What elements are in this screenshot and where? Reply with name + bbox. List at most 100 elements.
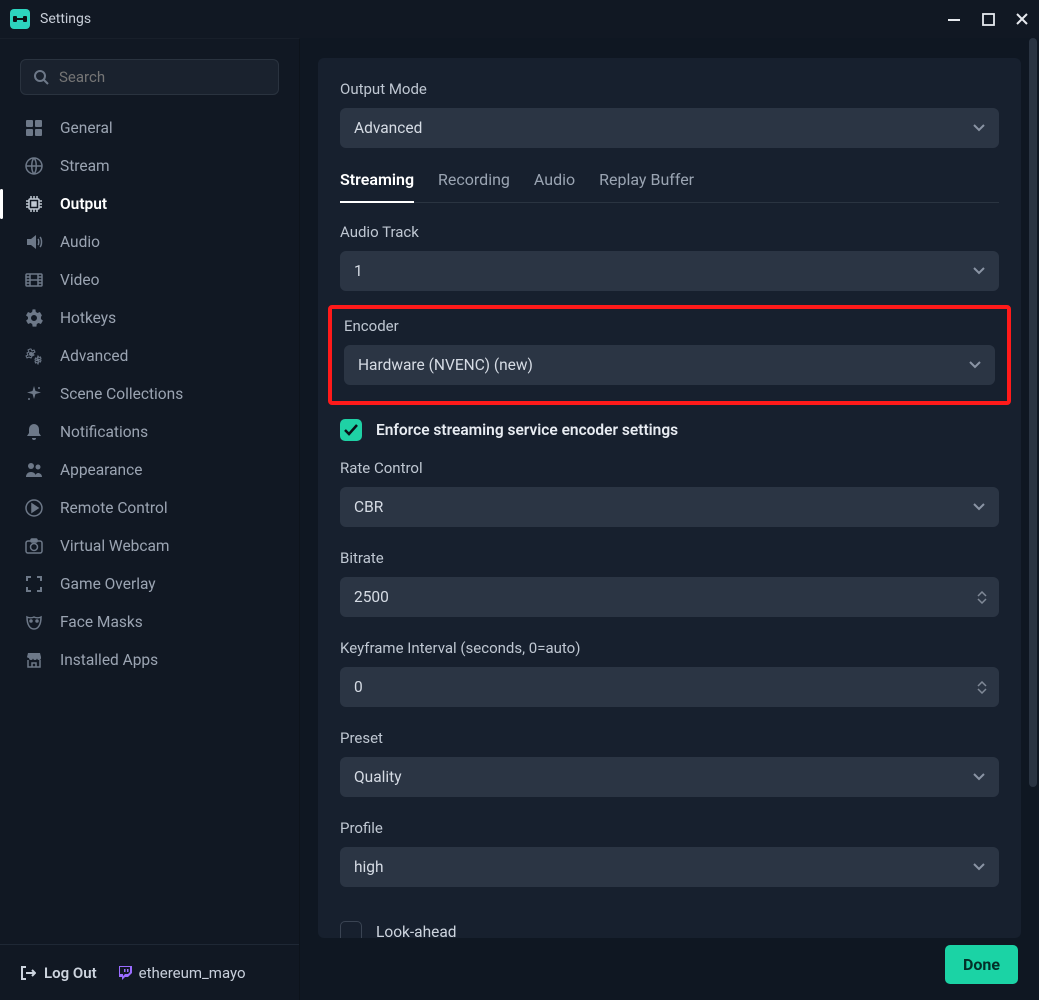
chevron-down-icon <box>973 267 985 275</box>
sidebar-item-label: Audio <box>60 233 100 251</box>
film-icon <box>24 270 44 290</box>
keyframe-input[interactable]: 0 <box>340 667 999 707</box>
sidebar-item-label: Video <box>60 271 99 289</box>
rate-control-value: CBR <box>354 498 383 516</box>
preset-value: Quality <box>354 768 402 786</box>
sidebar-item-scene-collections[interactable]: Scene Collections <box>0 375 299 413</box>
sidebar-item-label: Installed Apps <box>60 651 158 669</box>
bell-icon <box>24 422 44 442</box>
done-button[interactable]: Done <box>945 945 1018 984</box>
enforce-checkbox[interactable] <box>340 419 362 441</box>
sidebar-item-output[interactable]: Output <box>0 185 299 223</box>
sidebar-item-label: Remote Control <box>60 499 168 517</box>
mask-icon <box>24 612 44 632</box>
globe-icon <box>24 156 44 176</box>
sidebar-item-label: General <box>60 119 113 137</box>
window-title: Settings <box>40 11 91 27</box>
sidebar-item-appearance[interactable]: Appearance <box>0 451 299 489</box>
expand-icon <box>24 574 44 594</box>
scrollbar[interactable] <box>1029 38 1037 998</box>
sidebar-item-installed-apps[interactable]: Installed Apps <box>0 641 299 679</box>
people-icon <box>24 460 44 480</box>
grid-icon <box>24 118 44 138</box>
app-logo-icon <box>10 9 30 29</box>
sidebar-item-virtual-webcam[interactable]: Virtual Webcam <box>0 527 299 565</box>
scrollbar-thumb[interactable] <box>1029 38 1037 787</box>
sidebar-item-label: Game Overlay <box>60 575 156 593</box>
search-input[interactable] <box>20 59 279 95</box>
sidebar-item-face-masks[interactable]: Face Masks <box>0 603 299 641</box>
lookahead-checkbox-row[interactable]: Look-ahead <box>340 921 999 938</box>
gears-icon <box>24 346 44 366</box>
keyframe-value: 0 <box>354 678 363 696</box>
sidebar-item-label: Output <box>60 195 107 213</box>
bitrate-stepper[interactable] <box>973 577 991 617</box>
sidebar-item-label: Scene Collections <box>60 385 183 403</box>
sidebar-item-label: Face Masks <box>60 613 143 631</box>
sidebar-item-stream[interactable]: Stream <box>0 147 299 185</box>
sidebar-item-label: Stream <box>60 157 110 175</box>
chevron-down-icon <box>969 361 981 369</box>
maximize-button[interactable] <box>981 12 995 26</box>
chip-icon <box>24 194 44 214</box>
output-panel: Output Mode Advanced Streaming Recording A… <box>318 58 1021 938</box>
lookahead-checkbox[interactable] <box>340 921 362 938</box>
close-button[interactable] <box>1015 12 1029 26</box>
logout-label: Log Out <box>44 964 97 982</box>
output-mode-select[interactable]: Advanced <box>340 108 999 148</box>
keyframe-stepper[interactable] <box>973 667 991 707</box>
play-circle-icon <box>24 498 44 518</box>
sidebar-footer: Log Out ethereum_mayo <box>0 944 299 1000</box>
chevron-down-icon <box>973 124 985 132</box>
sidebar-item-label: Notifications <box>60 423 148 441</box>
profile-value: high <box>354 858 384 876</box>
gear-icon <box>24 308 44 328</box>
bitrate-label: Bitrate <box>340 549 999 567</box>
tab-replay-buffer[interactable]: Replay Buffer <box>599 170 694 202</box>
sidebar-item-video[interactable]: Video <box>0 261 299 299</box>
output-mode-value: Advanced <box>354 119 422 137</box>
tab-audio[interactable]: Audio <box>534 170 575 202</box>
audio-track-select[interactable]: 1 <box>340 251 999 291</box>
profile-label: Profile <box>340 819 999 837</box>
chevron-down-icon <box>973 503 985 511</box>
logout-button[interactable]: Log Out <box>20 964 97 982</box>
sidebar-item-label: Virtual Webcam <box>60 537 170 555</box>
sidebar-item-hotkeys[interactable]: Hotkeys <box>0 299 299 337</box>
output-mode-label: Output Mode <box>340 80 999 98</box>
sidebar-item-notifications[interactable]: Notifications <box>0 413 299 451</box>
tab-recording[interactable]: Recording <box>438 170 510 202</box>
tab-streaming[interactable]: Streaming <box>340 170 414 203</box>
profile-select[interactable]: high <box>340 847 999 887</box>
output-tabs: Streaming Recording Audio Replay Buffer <box>340 170 999 203</box>
enforce-checkbox-row[interactable]: Enforce streaming service encoder settin… <box>340 419 999 441</box>
volume-icon <box>24 232 44 252</box>
search-field[interactable] <box>59 68 266 86</box>
user-account[interactable]: ethereum_mayo <box>117 964 246 982</box>
sidebar-item-game-overlay[interactable]: Game Overlay <box>0 565 299 603</box>
titlebar: Settings <box>0 0 1039 38</box>
sidebar-item-remote-control[interactable]: Remote Control <box>0 489 299 527</box>
content-area: Output Mode Advanced Streaming Recording A… <box>300 38 1039 1000</box>
sidebar-item-label: Advanced <box>60 347 128 365</box>
preset-label: Preset <box>340 729 999 747</box>
bitrate-input[interactable]: 2500 <box>340 577 999 617</box>
sidebar-nav: General Stream Output Audio Video Hotkeys Adva… <box>0 109 299 679</box>
sidebar-item-label: Appearance <box>60 461 142 479</box>
sidebar-item-audio[interactable]: Audio <box>0 223 299 261</box>
preset-select[interactable]: Quality <box>340 757 999 797</box>
encoder-value: Hardware (NVENC) (new) <box>358 356 533 374</box>
bitrate-value: 2500 <box>354 588 389 606</box>
minimize-button[interactable] <box>947 12 961 26</box>
encoder-select[interactable]: Hardware (NVENC) (new) <box>344 345 995 385</box>
twitch-icon <box>117 965 133 981</box>
enforce-label: Enforce streaming service encoder settin… <box>376 421 678 439</box>
keyframe-label: Keyframe Interval (seconds, 0=auto) <box>340 639 999 657</box>
chevron-down-icon <box>973 863 985 871</box>
sidebar-item-advanced[interactable]: Advanced <box>0 337 299 375</box>
camera-icon <box>24 536 44 556</box>
sidebar-item-general[interactable]: General <box>0 109 299 147</box>
rate-control-select[interactable]: CBR <box>340 487 999 527</box>
store-icon <box>24 650 44 670</box>
search-icon <box>33 69 49 85</box>
